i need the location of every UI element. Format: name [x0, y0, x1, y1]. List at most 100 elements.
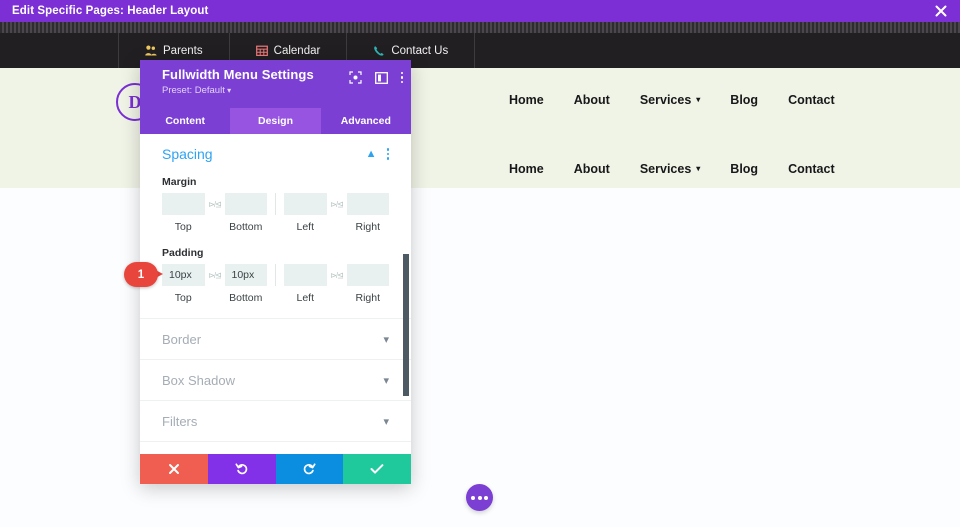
- field-divider: [275, 264, 276, 286]
- nav-item-contact[interactable]: Contact: [788, 93, 835, 107]
- secondary-nav: Home About Services ▾ Blog Contact: [509, 162, 835, 176]
- section-filters[interactable]: Filters ▾: [140, 401, 411, 442]
- margin-top-input[interactable]: [162, 193, 205, 215]
- collapsed-sections: Border ▾ Box Shadow ▾ Filters ▾: [140, 318, 411, 442]
- section-title: Spacing: [162, 146, 213, 162]
- fab-dot: [484, 495, 488, 500]
- margin-top-caption: Top: [174, 221, 192, 233]
- nav-item-label: Services: [639, 93, 692, 107]
- split-view-icon[interactable]: [374, 71, 388, 84]
- padding-label: Padding: [162, 247, 204, 259]
- padding-left-right: Left ⊳/⊴ Right: [284, 264, 389, 304]
- scrollbar-thumb[interactable]: [403, 254, 409, 396]
- padding-top-bottom: Top ⊳/⊴ Bottom: [162, 264, 267, 304]
- section-border[interactable]: Border ▾: [140, 319, 411, 360]
- margin-right-input[interactable]: [346, 193, 389, 215]
- padding-right-input[interactable]: [346, 264, 389, 286]
- padding-top-caption: Top: [174, 292, 192, 304]
- padding-top-field: Top: [162, 264, 205, 304]
- modal-body: Spacing ▲ Margin Top ⊳/⊴ Bottom Left ⊳/⊴…: [140, 134, 411, 454]
- redo-button[interactable]: [275, 454, 344, 484]
- link-values-icon[interactable]: ⊳/⊴: [205, 193, 225, 215]
- fab-dot: [477, 495, 482, 500]
- nav-item-label: Contact: [788, 93, 835, 107]
- modal-tabs: Content Design Advanced: [140, 108, 411, 134]
- field-divider: [275, 193, 276, 215]
- nav-item-label: Home: [509, 162, 544, 176]
- undo-icon: [235, 463, 247, 475]
- close-icon[interactable]: [922, 0, 960, 22]
- padding-bottom-input[interactable]: [224, 264, 267, 286]
- section-box-shadow[interactable]: Box Shadow ▾: [140, 360, 411, 401]
- padding-top-input[interactable]: [162, 264, 205, 286]
- nav-item-label: Services: [639, 162, 692, 176]
- nav-item-services[interactable]: Services ▾: [640, 93, 700, 107]
- preset-label: Preset: Default: [162, 85, 225, 96]
- dot: [400, 80, 403, 84]
- nav2-item-home[interactable]: Home: [509, 162, 544, 176]
- chevron-up-icon[interactable]: ▲: [366, 148, 377, 160]
- padding-bottom-caption: Bottom: [229, 292, 263, 304]
- primary-nav: Home About Services ▾ Blog Contact: [509, 93, 835, 107]
- padding-left-field: Left: [284, 264, 327, 304]
- dot: [386, 157, 389, 160]
- fab-dot: [471, 495, 475, 500]
- section-label: Box Shadow: [162, 372, 235, 388]
- undo-button[interactable]: [207, 454, 276, 484]
- modal-scrollbar[interactable]: [403, 136, 409, 452]
- nav2-item-services[interactable]: Services ▾: [640, 162, 700, 176]
- step-marker-1: 1: [124, 262, 164, 287]
- preset-selector[interactable]: Preset: Default ▾: [162, 85, 399, 96]
- dot: [386, 152, 389, 156]
- nav-item-label: Blog: [730, 162, 759, 176]
- dot: [400, 76, 403, 79]
- chevron-down-icon: ▾: [696, 95, 701, 104]
- nav2-item-contact[interactable]: Contact: [788, 162, 835, 176]
- padding-right-field: Right: [346, 264, 389, 304]
- link-values-icon[interactable]: ⊳/⊴: [327, 193, 347, 215]
- section-header-icons: ▲: [366, 148, 389, 160]
- padding-bottom-field: Bottom: [224, 264, 267, 304]
- nav-item-label: Home: [509, 93, 544, 107]
- nav2-item-blog[interactable]: Blog: [730, 162, 758, 176]
- margin-left-field: Left: [284, 193, 327, 233]
- modal-footer: [140, 454, 411, 484]
- cancel-button[interactable]: [140, 454, 208, 484]
- calendar-icon: [255, 45, 268, 56]
- close-icon: [168, 464, 179, 474]
- dot: [400, 71, 403, 75]
- padding-right-caption: Right: [355, 292, 380, 304]
- nav-item-blog[interactable]: Blog: [730, 93, 758, 107]
- margin-left-input[interactable]: [284, 193, 327, 215]
- nav-item-label: Blog: [730, 93, 759, 107]
- striped-divider: [0, 22, 960, 33]
- margin-top-bottom: Top ⊳/⊴ Bottom: [162, 193, 267, 233]
- margin-bottom-input[interactable]: [224, 193, 267, 215]
- nav-item-home[interactable]: Home: [509, 93, 544, 107]
- spacing-section-header: Spacing ▲: [162, 146, 389, 162]
- margin-label: Margin: [162, 176, 197, 188]
- nav2-item-about[interactable]: About: [574, 162, 610, 176]
- link-values-icon[interactable]: ⊳/⊴: [327, 264, 347, 286]
- margin-bottom-caption: Bottom: [229, 221, 263, 233]
- section-label: Border: [162, 331, 202, 347]
- save-button[interactable]: [343, 454, 411, 484]
- link-values-icon[interactable]: ⊳/⊴: [205, 264, 225, 286]
- expand-icon[interactable]: [348, 71, 362, 84]
- padding-left-input[interactable]: [284, 264, 327, 286]
- check-icon: [370, 464, 384, 474]
- margin-field-group: Top ⊳/⊴ Bottom Left ⊳/⊴ Right: [162, 193, 389, 233]
- chevron-down-icon: ▾: [383, 415, 389, 428]
- more-options-icon[interactable]: [400, 71, 403, 84]
- tab-design[interactable]: Design: [230, 108, 321, 134]
- margin-right-field: Right: [346, 193, 389, 233]
- modal-header-icons: [348, 71, 403, 84]
- nav-item-about[interactable]: About: [574, 93, 610, 107]
- tab-advanced[interactable]: Advanced: [321, 108, 411, 134]
- more-options-icon[interactable]: [386, 148, 389, 160]
- tab-content[interactable]: Content: [140, 108, 230, 134]
- margin-right-caption: Right: [355, 221, 380, 233]
- topbar-link-label: Calendar: [273, 44, 321, 57]
- three-dots-icon[interactable]: [466, 484, 493, 511]
- module-settings-modal: Fullwidth Menu Settings Preset: Default …: [140, 60, 411, 484]
